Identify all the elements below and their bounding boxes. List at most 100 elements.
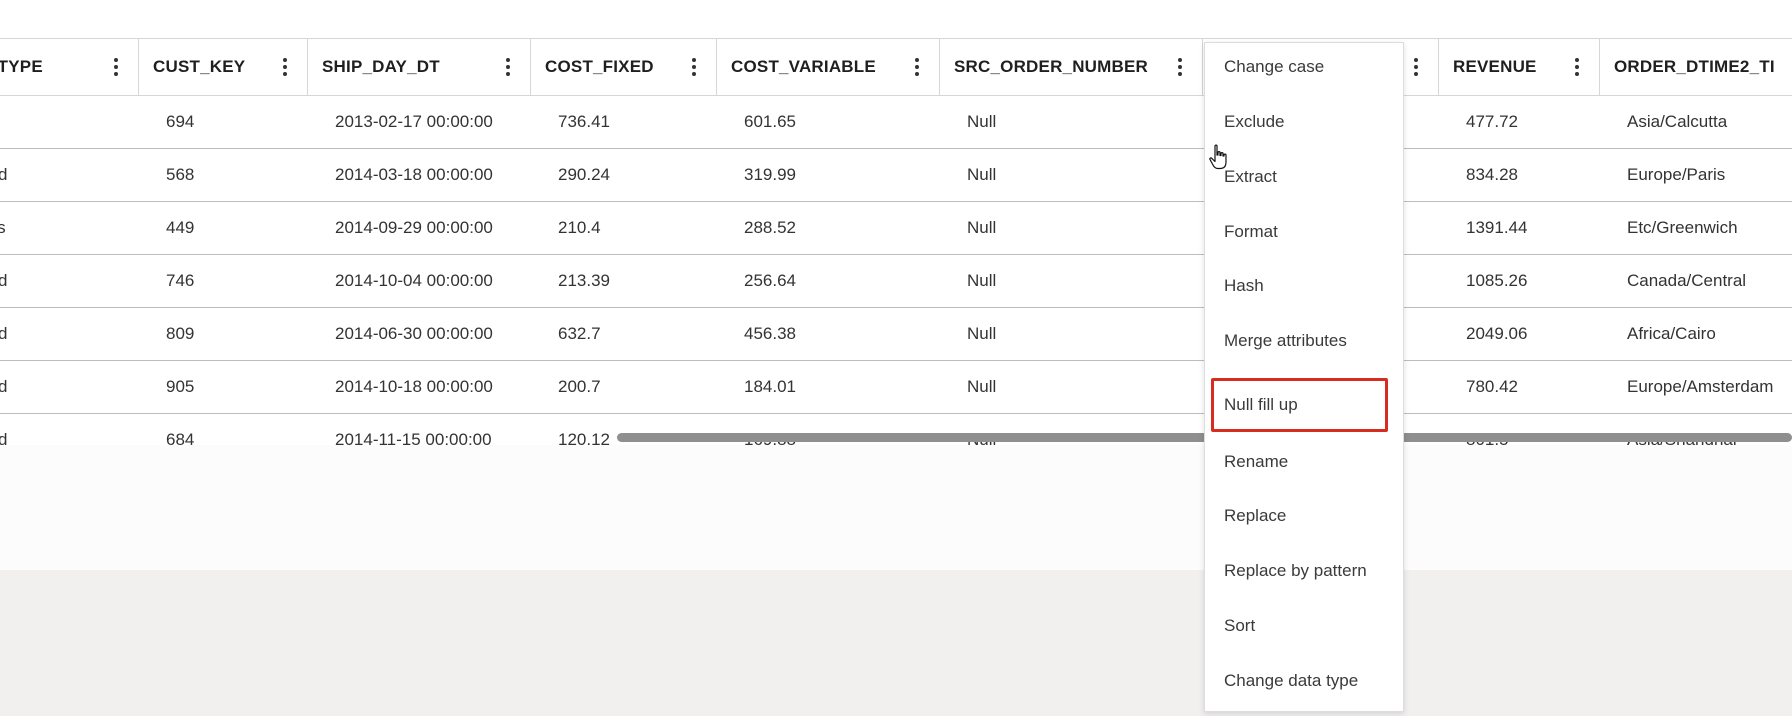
kebab-icon[interactable] <box>1178 58 1182 76</box>
table-cell: 834.28 <box>1466 165 1518 184</box>
menu-item-merge-attributes[interactable]: Merge attributes <box>1205 317 1405 365</box>
table-cell: 2014-11-15 00:00:00 <box>335 430 492 445</box>
table-cell: Europe/Paris <box>1627 165 1726 184</box>
kebab-icon[interactable] <box>915 58 919 76</box>
table-row[interactable]: press 449 2014-09-29 00:00:00 210.4 288.… <box>0 202 1792 255</box>
column-header-label: CUST_KEY <box>153 57 246 76</box>
table-cell: press <box>0 218 6 237</box>
table-row[interactable]: ndard 905 2014-10-18 00:00:00 200.7 184.… <box>0 361 1792 414</box>
table-cell: 809 <box>166 324 195 343</box>
menu-item-replace-by-pattern[interactable]: Replace by pattern <box>1205 547 1405 595</box>
table-cell: ndard <box>0 271 8 290</box>
column-header-src-order-number[interactable]: SRC_ORDER_NUMBER <box>940 39 1203 95</box>
table-row[interactable]: ndard 746 2014-10-04 00:00:00 213.39 256… <box>0 255 1792 308</box>
table-cell: Null <box>967 271 997 290</box>
table-cell: 694 <box>166 112 195 131</box>
column-header-label: ORDER_DTIME2_TI <box>1614 57 1775 76</box>
data-grid: ER_TYPE CUST_KEY SHIP_DAY_DT COST_FIXED … <box>0 38 1792 445</box>
column-header-order-dtime2-tz[interactable]: ORDER_DTIME2_TI <box>1600 39 1792 95</box>
column-header-label: ER_TYPE <box>0 57 43 76</box>
table-cell: Null <box>967 112 997 131</box>
table-cell: ndard <box>0 430 8 445</box>
table-row[interactable]: ndard 568 2014-03-18 00:00:00 290.24 319… <box>0 149 1792 202</box>
table-cell: 2014-06-30 00:00:00 <box>335 324 493 343</box>
menu-item-hash[interactable]: Hash <box>1205 262 1405 310</box>
data-grid-viewport: ER_TYPE CUST_KEY SHIP_DAY_DT COST_FIXED … <box>0 0 1792 445</box>
column-header-cost-fixed[interactable]: COST_FIXED <box>531 39 717 95</box>
column-context-menu: Change case Exclude Extract Format Hash … <box>1204 42 1404 712</box>
column-header-revenue[interactable]: REVENUE <box>1439 39 1600 95</box>
menu-item-rename[interactable]: Rename <box>1205 438 1405 486</box>
menu-item-exclude[interactable]: Exclude <box>1205 98 1405 146</box>
table-cell: Asia/Calcutta <box>1627 112 1728 131</box>
table-cell: 256.64 <box>744 271 796 290</box>
kebab-icon[interactable] <box>1575 58 1579 76</box>
column-header-label: COST_FIXED <box>545 57 654 76</box>
column-header-row: ER_TYPE CUST_KEY SHIP_DAY_DT COST_FIXED … <box>0 38 1792 96</box>
table-cell: ndard <box>0 377 8 396</box>
table-cell: 200.7 <box>558 377 601 396</box>
kebab-icon[interactable] <box>114 58 118 76</box>
table-cell: 1391.44 <box>1466 218 1528 237</box>
table-cell: Europe/Amsterdam <box>1627 377 1774 396</box>
table-cell: 290.24 <box>558 165 610 184</box>
table-cell: 2014-03-18 00:00:00 <box>335 165 493 184</box>
footer-panel <box>0 570 1792 716</box>
grid-empty-area <box>0 445 1792 570</box>
table-row[interactable]: ndard 809 2014-06-30 00:00:00 632.7 456.… <box>0 308 1792 361</box>
table-cell: Null <box>967 165 997 184</box>
column-header-label: SRC_ORDER_NUMBER <box>954 57 1149 76</box>
menu-item-replace[interactable]: Replace <box>1205 492 1405 540</box>
kebab-icon[interactable] <box>692 58 696 76</box>
menu-item-change-data-type[interactable]: Change data type <box>1205 657 1405 705</box>
column-header-order-type[interactable]: ER_TYPE <box>0 39 139 95</box>
menu-item-sort[interactable]: Sort <box>1205 602 1405 650</box>
menu-item-change-case[interactable]: Change case <box>1205 43 1405 91</box>
column-header-label: COST_VARIABLE <box>731 57 876 76</box>
table-cell: cure <box>0 112 139 132</box>
table-cell: Etc/Greenwich <box>1627 218 1738 237</box>
column-header-ship-day-dt[interactable]: SHIP_DAY_DT <box>308 39 531 95</box>
column-header-label: SHIP_DAY_DT <box>322 57 440 76</box>
table-cell: 2014-09-29 00:00:00 <box>335 218 493 237</box>
column-header-cost-variable[interactable]: COST_VARIABLE <box>717 39 940 95</box>
table-cell: 288.52 <box>744 218 796 237</box>
table-cell: 632.7 <box>558 324 601 343</box>
table-cell: Canada/Central <box>1627 271 1747 290</box>
table-cell: 905 <box>166 377 195 396</box>
menu-item-null-fill-up[interactable]: Null fill up <box>1211 378 1388 432</box>
table-cell: 2013-02-17 00:00:00 <box>335 112 493 131</box>
kebab-icon[interactable] <box>506 58 510 76</box>
table-cell: Africa/Cairo <box>1627 324 1716 343</box>
table-cell: 449 <box>166 218 195 237</box>
table-cell: 210.4 <box>558 218 601 237</box>
table-cell: 601.65 <box>744 112 796 131</box>
table-cell: Null <box>967 324 997 343</box>
hand-pointer-icon <box>1209 144 1227 170</box>
table-cell: 736.41 <box>558 112 610 131</box>
table-cell: 184.01 <box>744 377 796 396</box>
table-cell: ndard <box>0 165 8 184</box>
table-cell: 684 <box>166 430 195 445</box>
table-cell: 2014-10-04 00:00:00 <box>335 271 493 290</box>
table-cell: 456.38 <box>744 324 796 343</box>
menu-item-format[interactable]: Format <box>1205 208 1405 256</box>
kebab-icon[interactable] <box>283 58 287 76</box>
column-header-cust-key[interactable]: CUST_KEY <box>139 39 308 95</box>
table-cell: 1085.26 <box>1466 271 1528 290</box>
menu-item-extract[interactable]: Extract <box>1205 153 1405 201</box>
table-cell: 746 <box>166 271 195 290</box>
table-cell: 568 <box>166 165 195 184</box>
table-cell: Null <box>967 377 997 396</box>
table-cell: Null <box>967 218 997 237</box>
table-cell: 2014-10-18 00:00:00 <box>335 377 493 396</box>
table-row[interactable]: cure 694 2013-02-17 00:00:00 736.41 601.… <box>0 96 1792 149</box>
table-cell: 2049.06 <box>1466 324 1528 343</box>
table-cell: 213.39 <box>558 271 610 290</box>
table-cell: 319.99 <box>744 165 796 184</box>
column-header-label: REVENUE <box>1453 57 1537 76</box>
table-cell: 780.42 <box>1466 377 1518 396</box>
table-cell: 477.72 <box>1466 112 1518 131</box>
table-cell: ndard <box>0 324 8 343</box>
kebab-icon[interactable] <box>1414 58 1418 76</box>
